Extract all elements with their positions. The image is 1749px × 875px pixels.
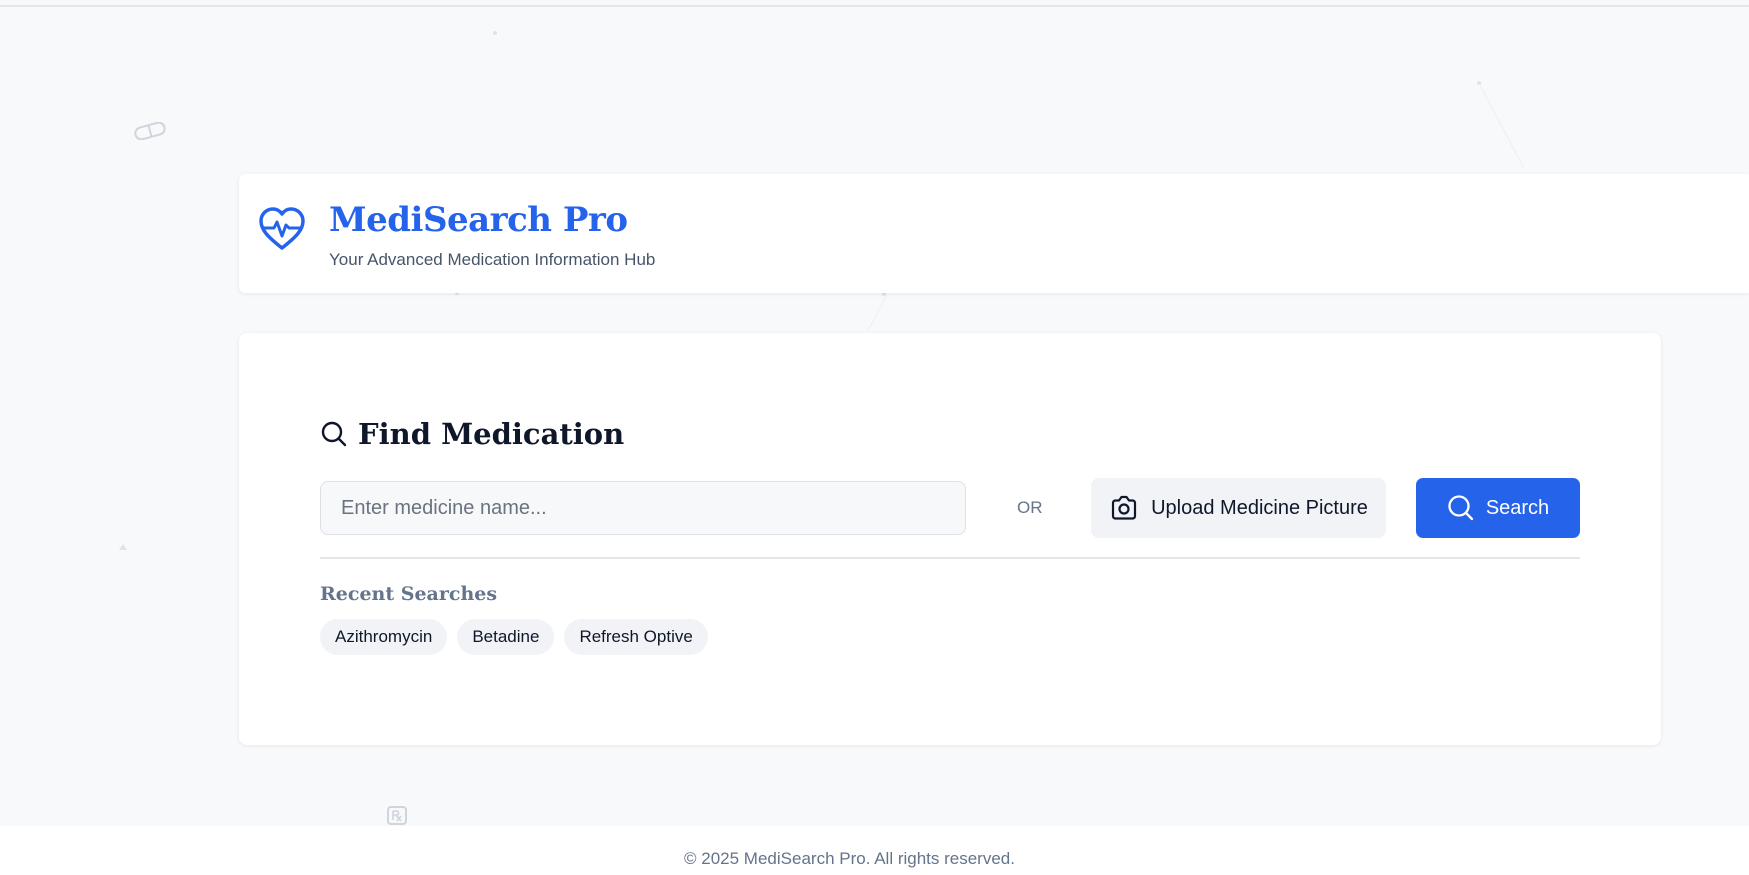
page-footer: © 2025 MediSearch Pro. All rights reserv… — [0, 826, 1749, 875]
decor-dot — [493, 31, 497, 35]
upload-picture-button[interactable]: Upload Medicine Picture — [1091, 478, 1386, 538]
find-medication-heading: Find Medication — [320, 417, 624, 451]
upload-picture-label: Upload Medicine Picture — [1151, 496, 1368, 519]
prescription-icon — [387, 806, 407, 825]
search-button[interactable]: Search — [1416, 478, 1580, 538]
decor-triangle — [119, 544, 127, 550]
decor-line — [1478, 83, 1525, 168]
recent-search-chip[interactable]: Betadine — [457, 619, 555, 655]
camera-icon — [1112, 495, 1137, 520]
recent-search-chip[interactable]: Refresh Optive — [564, 619, 708, 655]
recent-search-chip[interactable]: Azithromycin — [320, 619, 448, 655]
search-icon — [321, 421, 347, 447]
or-separator: OR — [1017, 498, 1043, 517]
copyright-text: © 2025 MediSearch Pro. All rights reserv… — [684, 849, 1015, 868]
heart-pulse-icon — [259, 207, 305, 250]
app-title: MediSearch Pro — [329, 200, 628, 240]
search-icon — [1448, 495, 1473, 521]
medicine-search-input[interactable] — [320, 481, 966, 535]
pill-icon — [134, 122, 166, 140]
divider — [320, 557, 1580, 559]
app-header: MediSearch Pro Your Advanced Medication … — [239, 174, 1749, 293]
recent-searches-heading: Recent Searches — [320, 583, 498, 605]
top-border — [0, 5, 1749, 7]
search-button-label: Search — [1485, 496, 1550, 519]
recent-searches-list: Azithromycin Betadine Refresh Optive — [320, 619, 708, 655]
search-panel: Find Medication OR Upload Medicine Pictu… — [239, 333, 1661, 745]
decor-line — [867, 294, 888, 331]
section-title: Find Medication — [358, 417, 625, 451]
app-subtitle: Your Advanced Medication Information Hub — [329, 250, 656, 269]
